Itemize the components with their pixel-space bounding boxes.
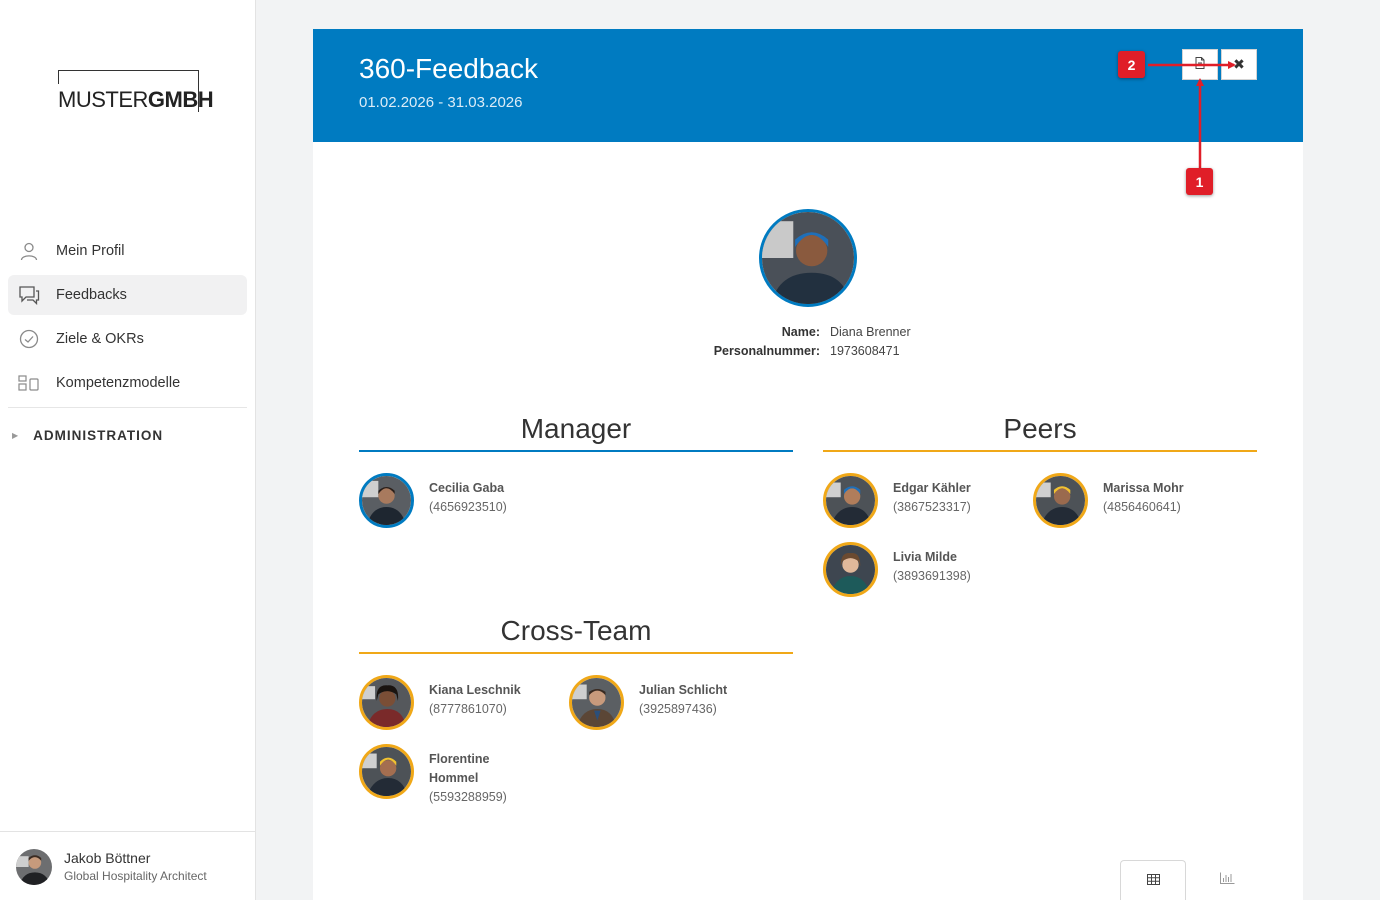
sidebar-item-feedbacks[interactable]: Feedbacks [8, 275, 247, 315]
person-name: Julian Schlicht [639, 683, 728, 697]
sidebar-item-label: Mein Profil [56, 243, 125, 259]
employee-number: 1973608471 [830, 344, 900, 358]
table-icon [1146, 872, 1160, 890]
person-text: Florentine Hommel (5593288959) [429, 750, 539, 807]
sidebar-item-label: Kompetenzmodelle [56, 375, 181, 391]
export-pdf-button[interactable] [1182, 49, 1218, 80]
tab-table-view[interactable] [1120, 860, 1186, 900]
annotation-badge-1: 1 [1186, 168, 1213, 195]
person-name: Kiana Leschnik [429, 683, 521, 697]
person-card[interactable]: Kiana Leschnik (8777861070) [359, 675, 521, 730]
avatar [359, 675, 414, 730]
avatar [359, 744, 414, 799]
avatar [359, 473, 414, 528]
person-name: Livia Milde [893, 550, 957, 564]
employee-number-row: Personalnummer: 1973608471 [700, 342, 911, 361]
sidebar-item-label: Feedbacks [56, 287, 127, 303]
person-name: Cecilia Gaba [429, 481, 505, 495]
caret-right-icon: ▶ [12, 431, 20, 440]
person-id: (3893691398) [893, 569, 971, 583]
person-card[interactable]: Florentine Hommel (5593288959) [359, 744, 539, 807]
user-name: Jakob Böttner [64, 850, 151, 866]
current-user[interactable]: Jakob Böttner Global Hospitality Archite… [0, 831, 255, 900]
view-tabs [1120, 860, 1260, 900]
name-label: Name: [781, 325, 820, 339]
logo-text-bold: GMBH [147, 87, 214, 112]
tab-chart-view[interactable] [1194, 860, 1260, 900]
close-button[interactable]: ✖ [1221, 49, 1257, 80]
avatar [823, 473, 878, 528]
person-name: Marissa Mohr [1103, 481, 1184, 495]
annotation-badge-2: 2 [1118, 51, 1145, 78]
section-title-manager: Manager [520, 413, 632, 444]
person-id: (5593288959) [429, 790, 507, 804]
sidebar-item-administration[interactable]: ▶ ADMINISTRATION [12, 428, 163, 443]
person-text: Julian Schlicht (3925897436) [639, 681, 727, 730]
section-line-cross-team [359, 652, 793, 654]
model-icon [18, 372, 40, 394]
chat-icon [18, 284, 40, 306]
person-card[interactable]: Julian Schlicht (3925897436) [569, 675, 727, 730]
sidebar-item-kompetenzmodelle[interactable]: Kompetenzmodelle [8, 363, 247, 403]
person-card[interactable]: Marissa Mohr (4856460641) [1033, 473, 1184, 528]
person-text: Cecilia Gaba (4656923510) [429, 479, 507, 528]
logo-text-light: MUSTER [58, 87, 148, 112]
number-label: Personalnummer: [713, 344, 820, 358]
employee-avatar [759, 209, 857, 307]
employee-name-row: Name: Diana Brenner [700, 323, 911, 342]
employee-name: Diana Brenner [830, 325, 911, 339]
person-text: Edgar Kähler (3867523317) [893, 479, 971, 528]
sidebar-item-label: Ziele & OKRs [56, 331, 144, 347]
sidebar-item-mein-profil[interactable]: Mein Profil [8, 231, 247, 271]
company-logo[interactable]: MUSTERGMBH [58, 70, 214, 112]
person-card[interactable]: Cecilia Gaba (4656923510) [359, 473, 507, 528]
sidebar-nav: Mein Profil Feedbacks Ziele & OKRs Kompe… [8, 231, 247, 407]
person-text: Kiana Leschnik (8777861070) [429, 681, 521, 730]
person-id: (3867523317) [893, 500, 971, 514]
person-id: (4856460641) [1103, 500, 1181, 514]
section-title-peers: Peers [1003, 413, 1077, 444]
employee-info: Name: Diana Brenner Personalnummer: 1973… [700, 323, 911, 361]
user-icon [18, 240, 40, 262]
pdf-icon [1195, 56, 1205, 74]
person-id: (8777861070) [429, 702, 507, 716]
user-avatar [16, 849, 52, 885]
sidebar-item-ziele-okrs[interactable]: Ziele & OKRs [8, 319, 247, 359]
sidebar: MUSTERGMBH Mein Profil Feedbacks Ziele &… [0, 0, 256, 900]
section-title-cross-team: Cross-Team [500, 615, 652, 646]
logo-frame-left [58, 70, 59, 84]
logo-text: MUSTERGMBH [58, 87, 214, 112]
person-card[interactable]: Edgar Kähler (3867523317) [823, 473, 971, 528]
check-circle-icon [18, 328, 40, 350]
avatar [1033, 473, 1088, 528]
feedback-header: 360-Feedback 01.02.2026 - 31.03.2026 ✖ [313, 29, 1303, 142]
section-line-manager [359, 450, 793, 452]
bar-chart-icon [1219, 871, 1235, 889]
feedback-period: 01.02.2026 - 31.03.2026 [359, 94, 523, 111]
person-text: Marissa Mohr (4856460641) [1103, 479, 1184, 528]
avatar [823, 542, 878, 597]
person-name: Florentine Hommel [429, 752, 490, 785]
person-name: Edgar Kähler [893, 481, 971, 495]
person-card[interactable]: Livia Milde (3893691398) [823, 542, 971, 597]
user-role: Global Hospitality Architect [64, 869, 207, 883]
nav-divider [8, 407, 247, 408]
admin-label: ADMINISTRATION [33, 428, 164, 443]
section-line-peers [823, 450, 1257, 452]
avatar [569, 675, 624, 730]
page-title: 360-Feedback [359, 53, 539, 84]
close-icon: ✖ [1233, 56, 1245, 72]
person-id: (4656923510) [429, 500, 507, 514]
person-id: (3925897436) [639, 702, 717, 716]
person-text: Livia Milde (3893691398) [893, 548, 971, 597]
feedback-card: 360-Feedback 01.02.2026 - 31.03.2026 ✖ N… [313, 29, 1303, 900]
